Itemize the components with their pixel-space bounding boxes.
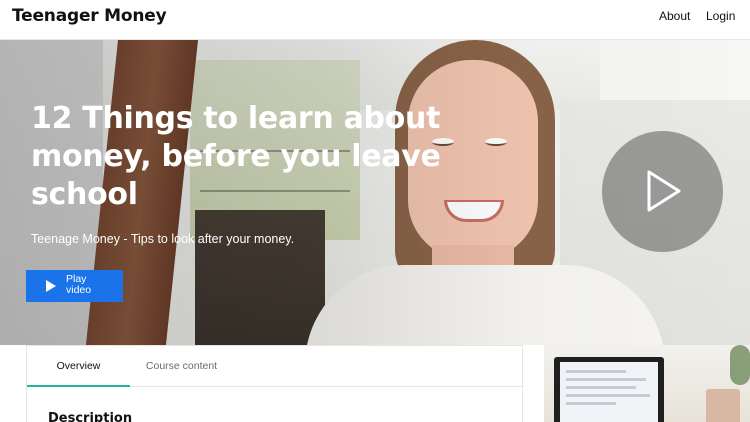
- laptop-image: [554, 357, 664, 422]
- description-heading: Description: [48, 411, 133, 422]
- screen-line: [566, 386, 636, 389]
- screen-line: [566, 370, 626, 373]
- hero-banner: 12 Things to learn about money, before y…: [0, 40, 750, 345]
- course-info-panel: Overview Course content Description: [26, 345, 524, 422]
- hero-subtitle: Teenage Money - Tips to look after your …: [31, 232, 295, 246]
- top-navigation-bar: Teenager Money About Login: [0, 0, 750, 40]
- plant-image: [730, 345, 750, 385]
- screen-line: [566, 378, 646, 381]
- course-thumbnail: [544, 345, 750, 422]
- play-icon: [46, 280, 56, 292]
- video-play-overlay-button[interactable]: [602, 131, 723, 252]
- play-video-button[interactable]: Play video: [26, 270, 123, 302]
- nav-about-link[interactable]: About: [659, 9, 690, 23]
- screen-line: [566, 394, 650, 397]
- nav-login-link[interactable]: Login: [706, 9, 735, 23]
- cup-image: [706, 389, 740, 422]
- laptop-screen: [560, 362, 658, 422]
- screen-line: [566, 402, 616, 405]
- hero-title: 12 Things to learn about money, before y…: [31, 101, 441, 212]
- course-tabs: Overview Course content: [27, 346, 524, 387]
- play-icon: [647, 170, 681, 212]
- site-logo-text[interactable]: Teenager Money: [12, 6, 167, 26]
- tab-course-content[interactable]: Course content: [130, 346, 233, 387]
- tab-overview[interactable]: Overview: [27, 346, 130, 387]
- play-video-label: Play video: [66, 273, 92, 296]
